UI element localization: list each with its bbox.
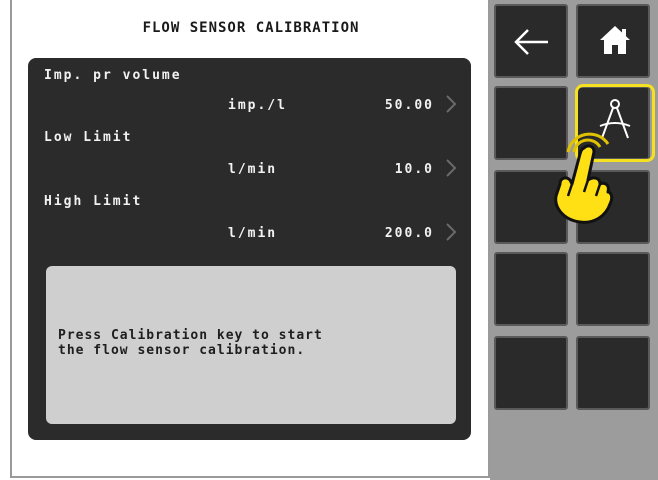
softkey-empty[interactable] [576,252,650,326]
info-message: Press Calibration key to start the flow … [58,328,323,358]
param-row-imp-per-volume[interactable]: Imp. pr volume imp./l 50.00 [28,58,471,124]
softkey-empty[interactable] [494,336,568,410]
home-icon [600,26,630,54]
chevron-right-icon [446,223,457,241]
softkey-empty[interactable] [494,252,568,326]
parameters-panel: Imp. pr volume imp./l 50.00 Low Limit l/… [28,58,471,440]
param-row-high-limit[interactable]: High Limit l/min 200.0 [28,190,471,256]
param-row-low-limit[interactable]: Low Limit l/min 10.0 [28,124,471,190]
softkey-empty[interactable] [576,336,650,410]
terminal-screen: FLOW SENSOR CALIBRATION Imp. pr volume i… [0,0,658,480]
param-value: 10.0 [394,162,434,177]
param-label: Imp. pr volume [44,68,182,83]
param-label: High Limit [44,194,143,209]
param-value: 50.00 [384,98,434,113]
back-button[interactable] [494,4,568,78]
info-message-box: Press Calibration key to start the flow … [46,266,456,424]
arrow-left-icon [514,29,548,55]
page-title: FLOW SENSOR CALIBRATION [142,20,360,36]
param-unit: imp./l [228,98,287,113]
hand-pointer-icon [554,132,614,224]
chevron-right-icon [446,95,457,113]
param-value: 200.0 [384,226,434,241]
home-button[interactable] [576,4,650,78]
param-label: Low Limit [44,130,133,145]
param-unit: l/min [228,162,278,177]
param-unit: l/min [228,226,278,241]
chevron-right-icon [446,159,457,177]
